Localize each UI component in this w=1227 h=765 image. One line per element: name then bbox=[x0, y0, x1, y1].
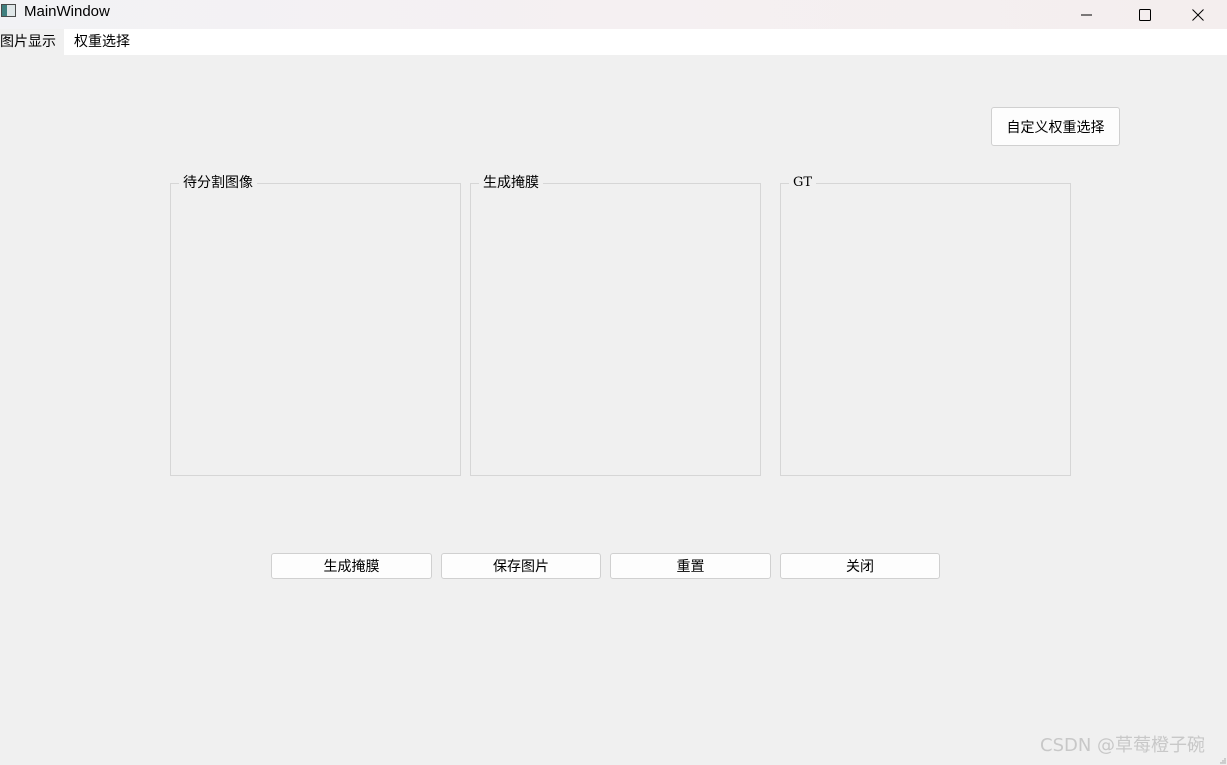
minimize-icon bbox=[1081, 14, 1092, 15]
window-title: MainWindow bbox=[24, 3, 110, 20]
app-icon bbox=[1, 4, 16, 17]
custom-weight-button[interactable]: 自定义权重选择 bbox=[991, 107, 1120, 146]
close-window-button[interactable]: 关闭 bbox=[780, 553, 940, 579]
watermark: CSDN @草莓橙子碗 bbox=[1040, 735, 1206, 756]
reset-button[interactable]: 重置 bbox=[610, 553, 771, 579]
close-button[interactable] bbox=[1169, 0, 1227, 29]
ground-truth-panel: GT bbox=[780, 174, 1071, 476]
menu-item-weight-select[interactable]: 权重选择 bbox=[74, 29, 144, 55]
menu-item-image-display[interactable]: 图片显示 bbox=[0, 29, 64, 55]
panel-title: 生成掩膜 bbox=[479, 174, 543, 192]
generate-mask-button[interactable]: 生成掩膜 bbox=[271, 553, 432, 579]
maximize-icon bbox=[1139, 8, 1151, 21]
panel-title: 待分割图像 bbox=[179, 174, 257, 192]
minimize-button[interactable] bbox=[1058, 0, 1116, 29]
title-bar[interactable]: MainWindow bbox=[0, 0, 1227, 29]
save-image-button[interactable]: 保存图片 bbox=[441, 553, 601, 579]
panel-title: GT bbox=[789, 174, 817, 192]
menu-bar: 图片显示 权重选择 bbox=[0, 29, 1227, 55]
menu-item-label: 图片显示 bbox=[0, 34, 56, 50]
mask-output-panel: 生成掩膜 bbox=[470, 174, 761, 476]
maximize-button[interactable] bbox=[1116, 0, 1174, 29]
menu-item-label: 权重选择 bbox=[74, 34, 130, 50]
close-icon bbox=[1192, 8, 1204, 21]
resize-grip-icon[interactable] bbox=[1220, 758, 1226, 764]
input-image-panel: 待分割图像 bbox=[170, 174, 461, 476]
